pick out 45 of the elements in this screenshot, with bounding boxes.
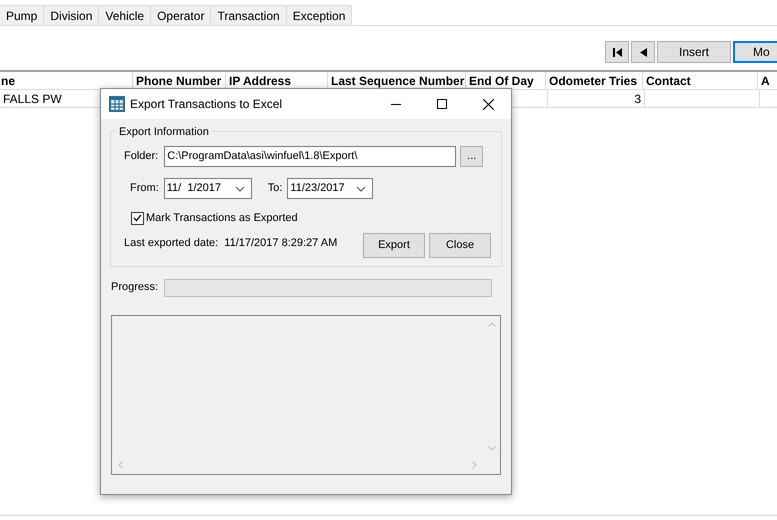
column-header[interactable]: ne (1, 72, 16, 90)
column-header[interactable]: Phone Number (136, 72, 222, 90)
progress-label: Progress: (111, 280, 158, 296)
check-icon (133, 214, 142, 222)
folder-field[interactable]: C:\ProgramData\asi\winfuel\1.8\Export\ (164, 146, 456, 167)
dialog-button[interactable]: Export (363, 232, 425, 258)
tab[interactable]: Operator (151, 5, 212, 25)
close-icon (482, 98, 494, 110)
from-date-picker[interactable]: 11/ 1/2017 (164, 178, 252, 199)
last-exported-text: Last exported date: 11/17/2017 8:29:27 AM (124, 236, 338, 250)
to-label: To: (268, 181, 282, 196)
first-icon (612, 48, 622, 56)
tab[interactable]: Division (44, 5, 100, 25)
tab[interactable]: Transaction (211, 5, 287, 25)
from-label: From: (130, 181, 159, 196)
toolbar-button[interactable]: Mo (733, 41, 777, 63)
to-date-picker[interactable]: 11/23/2017 (287, 178, 374, 199)
maximize-icon (437, 99, 447, 109)
group-label: Export Information (116, 124, 212, 140)
column-header[interactable]: End Of Day (469, 72, 534, 90)
tab[interactable]: Exception (286, 5, 352, 25)
window-title: Export Transactions to Excel (130, 96, 282, 113)
scroll-left-icon[interactable] (118, 461, 123, 469)
browse-button[interactable]: ... (460, 146, 484, 167)
tab[interactable]: Pump (0, 5, 44, 25)
table-cell-text: FALLS PW (3, 90, 62, 108)
checkbox[interactable] (131, 212, 144, 225)
previous-record-button[interactable] (631, 41, 655, 63)
toolbar-button[interactable]: Insert (657, 41, 731, 63)
previous-icon (640, 48, 646, 56)
column-header[interactable]: Odometer Tries (549, 72, 638, 90)
mark-exported-checkbox[interactable]: Mark Transactions as Exported (131, 210, 298, 226)
tab[interactable]: Vehicle (99, 5, 152, 25)
dialog-button[interactable]: Close (429, 232, 491, 258)
table-cell-text: 3 (634, 90, 641, 108)
column-header[interactable]: A (761, 72, 770, 90)
column-header[interactable]: IP Address (229, 72, 292, 90)
scroll-up-icon[interactable] (488, 322, 496, 326)
column-header[interactable]: Contact (646, 72, 691, 90)
spreadsheet-icon (109, 96, 125, 112)
first-record-button[interactable] (605, 41, 629, 63)
scroll-down-icon[interactable] (488, 446, 496, 450)
folder-label: Folder: (124, 149, 158, 164)
column-header[interactable]: Last Sequence Number (331, 72, 464, 90)
scroll-right-icon[interactable] (472, 461, 477, 469)
